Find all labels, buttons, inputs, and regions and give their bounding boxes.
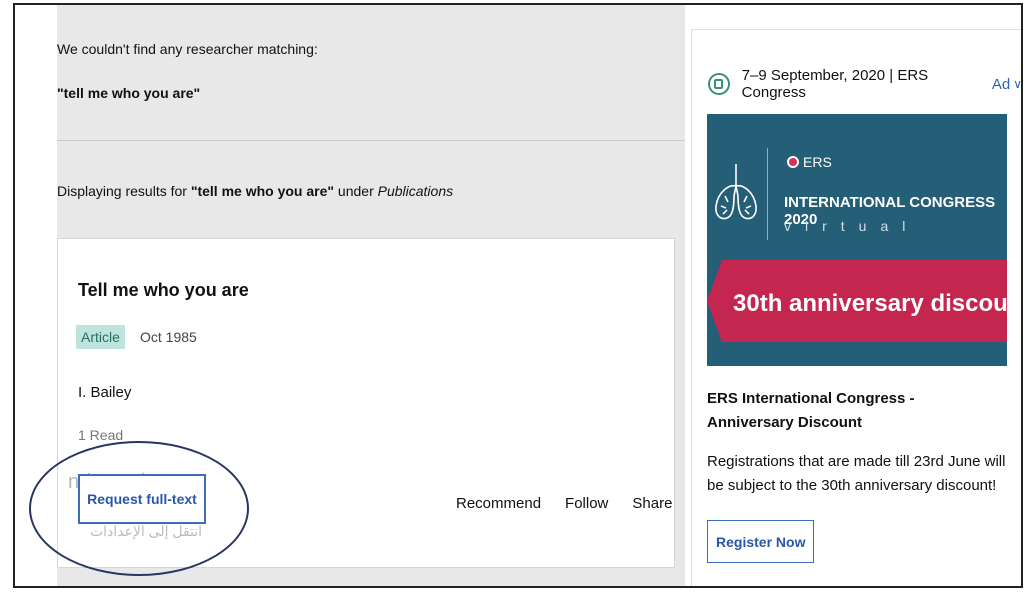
- banner-divider: [767, 148, 768, 240]
- ad-label[interactable]: Ad: [992, 76, 1010, 93]
- author-link[interactable]: I. Bailey: [78, 384, 131, 401]
- discount-ribbon-text: 30th anniversary discount: [733, 290, 1007, 317]
- no-researcher-match-text: We couldn't find any researcher matching…: [57, 41, 318, 57]
- ad-title[interactable]: ERS International Congress - Anniversary…: [707, 387, 997, 435]
- search-query-text: "tell me who you are": [57, 85, 201, 101]
- event-icon: [708, 73, 730, 95]
- recommend-button[interactable]: Recommend: [456, 495, 541, 512]
- event-date-line: 7–9 September, 2020 | ERS Congress: [741, 67, 929, 101]
- chevron-down-icon[interactable]: ∨: [1013, 77, 1021, 91]
- ad-description: Registrations that are made till 23rd Ju…: [707, 453, 1006, 494]
- share-button[interactable]: Share: [632, 495, 672, 512]
- register-now-button[interactable]: Register Now: [707, 520, 815, 563]
- ers-logo: ERS: [787, 154, 832, 170]
- displaying-results-text: Displaying results for "tell me who you …: [57, 183, 453, 199]
- publication-actions: Recommend Follow Share: [456, 495, 672, 512]
- virtual-label: virtual: [784, 218, 920, 234]
- annotation-highlight-oval: [29, 441, 249, 576]
- publication-title[interactable]: Tell me who you are: [78, 280, 249, 301]
- displaying-prefix: Displaying results for: [57, 183, 191, 199]
- displaying-section: Publications: [377, 183, 454, 199]
- ers-logo-text: ERS: [803, 154, 832, 170]
- publication-date: Oct 1985: [140, 329, 197, 345]
- reads-count: 1 Read: [78, 427, 124, 443]
- displaying-mid: under: [334, 183, 378, 199]
- ad-banner-image[interactable]: ERS INTERNATIONAL CONGRESS 2020 virtual …: [707, 114, 1007, 366]
- ad-sidebar: 7–9 September, 2020 | ERS Congress Ad ∨ …: [691, 29, 1021, 586]
- section-divider: [57, 140, 685, 141]
- displaying-query: "tell me who you are": [190, 183, 335, 199]
- article-type-badge: Article: [76, 325, 125, 349]
- ad-header: 7–9 September, 2020 | ERS Congress Ad ∨: [708, 67, 1021, 101]
- follow-button[interactable]: Follow: [565, 495, 608, 512]
- lungs-icon: [715, 164, 757, 220]
